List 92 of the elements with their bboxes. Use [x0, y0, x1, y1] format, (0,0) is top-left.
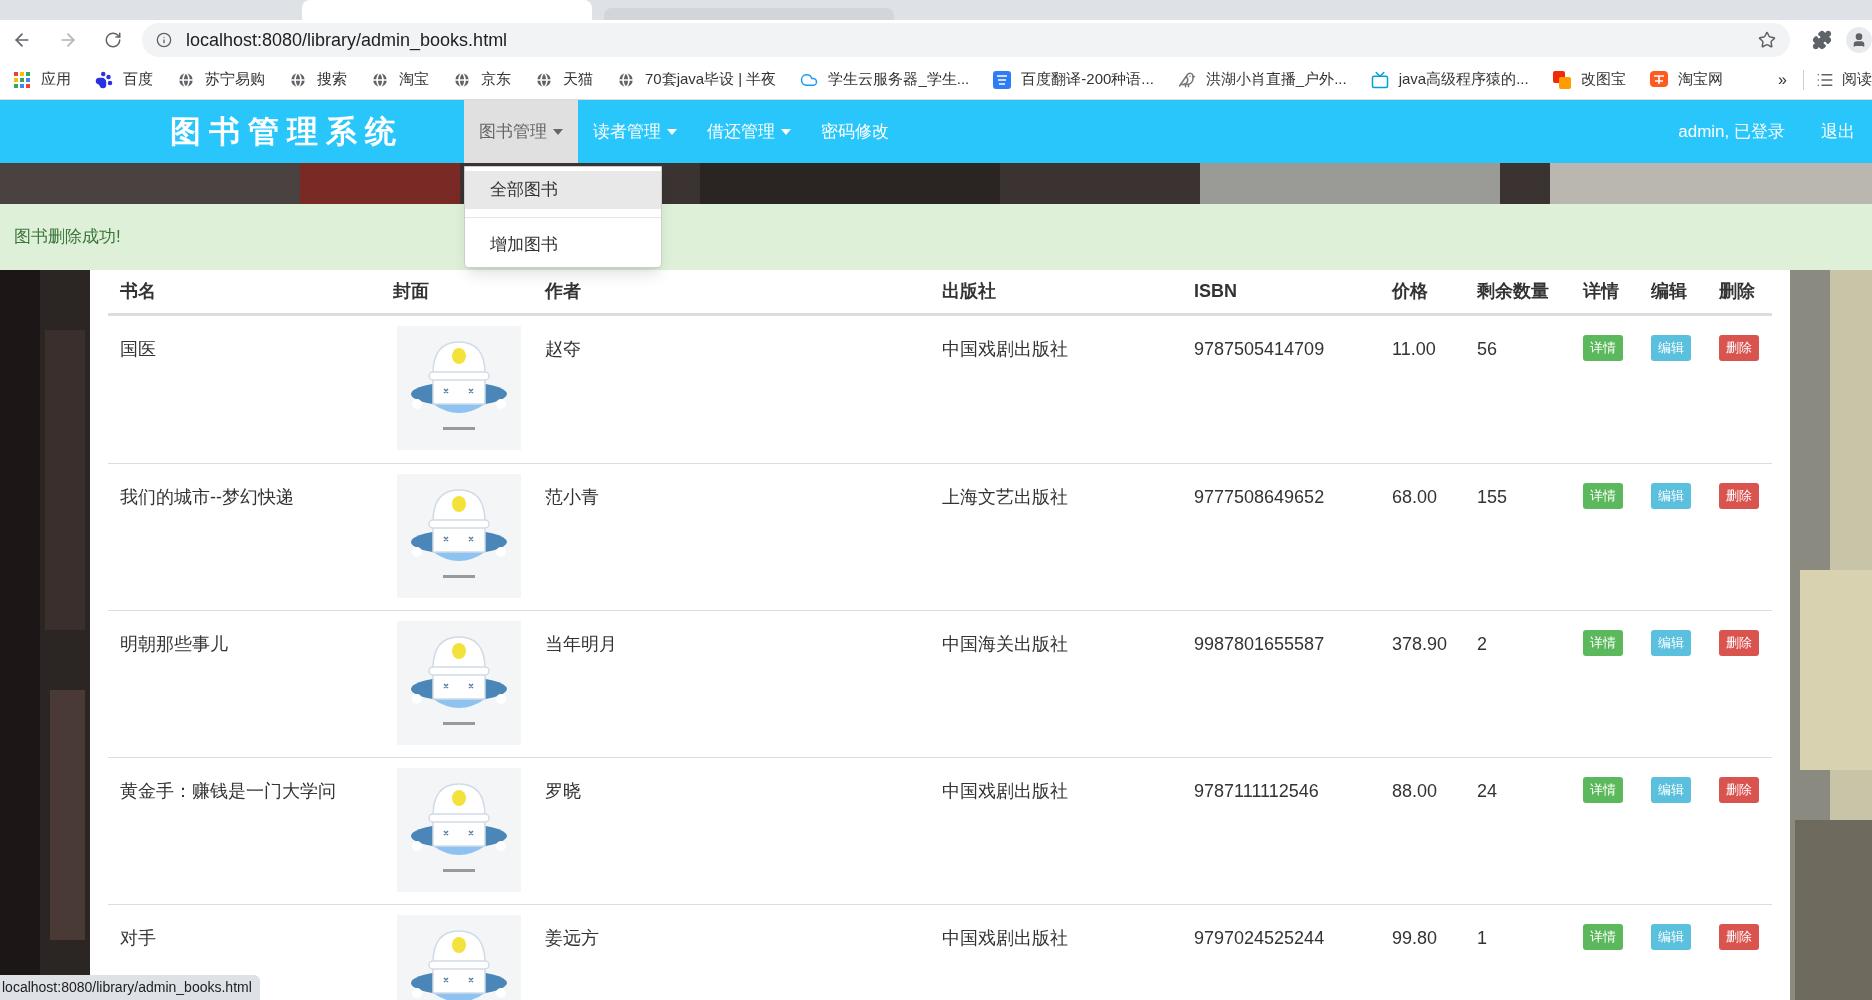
- column-header: ISBN: [1194, 281, 1237, 301]
- bookmark-star-icon[interactable]: [1758, 31, 1777, 49]
- detail-button[interactable]: 详情: [1583, 483, 1623, 509]
- globe-icon: [617, 70, 635, 89]
- bookmark[interactable]: 淘宝网: [1649, 68, 1723, 91]
- table-cell: 9797024525244: [1194, 928, 1325, 948]
- table-cell: 中国戏剧出版社: [942, 339, 1068, 359]
- delete-button[interactable]: 删除: [1719, 630, 1759, 656]
- column-header: 书名: [120, 281, 156, 301]
- table-cell: 11.00: [1392, 339, 1436, 359]
- nav-menu[interactable]: 图书管理: [464, 100, 578, 163]
- bookmark[interactable]: 改图宝: [1552, 68, 1626, 91]
- table-cell: 9787111112546: [1194, 781, 1319, 801]
- table-cell: 68.00: [1392, 487, 1438, 507]
- table-cell: 明朝那些事儿: [120, 634, 228, 654]
- menu-item[interactable]: 增加图书: [465, 225, 661, 263]
- table-cell: 上海文艺出版社: [942, 487, 1068, 507]
- squares-icon: [1552, 70, 1571, 89]
- more-bookmarks[interactable]: »: [1778, 67, 1787, 92]
- user-status: admin, 已登录: [1678, 120, 1785, 143]
- table-cell: 中国海关出版社: [942, 634, 1068, 654]
- bookmark[interactable]: 百度翻译-200种语...: [993, 68, 1154, 91]
- table-cell: 罗晓: [545, 781, 581, 801]
- table-cell: 我们的城市--梦幻快递: [120, 487, 294, 507]
- globe-icon: [371, 70, 389, 89]
- bookmark[interactable]: 学生云服务器_学生...: [800, 68, 970, 91]
- extensions-icon[interactable]: [1812, 30, 1833, 50]
- bookmark[interactable]: 百度: [95, 68, 153, 91]
- table-cell: 赵夺: [545, 339, 581, 359]
- column-header: 价格: [1392, 281, 1428, 301]
- column-header: 详情: [1583, 281, 1619, 301]
- table-cell: 378.90: [1392, 634, 1448, 654]
- column-header: 剩余数量: [1477, 281, 1549, 301]
- table-cell: 黄金手：赚钱是一门大学问: [120, 781, 336, 801]
- table-cell: 99.80: [1392, 928, 1438, 948]
- table-cell: 中国戏剧出版社: [942, 781, 1068, 801]
- table-cell: 对手: [120, 928, 156, 948]
- table-cell: 姜远方: [545, 928, 599, 948]
- table-cell: 56: [1477, 339, 1498, 359]
- delete-button[interactable]: 删除: [1719, 924, 1759, 950]
- bookmark[interactable]: 洪湖小肖直播_户外...: [1177, 68, 1347, 91]
- table-cell: 2: [1477, 634, 1487, 654]
- tv-icon: [1370, 70, 1389, 89]
- globe-icon: [535, 70, 553, 89]
- table-cell: 1: [1477, 928, 1487, 948]
- bookmark[interactable]: 淘宝: [371, 68, 429, 91]
- reading-list[interactable]: 阅读: [1816, 68, 1872, 91]
- info-icon: [155, 32, 172, 48]
- bird-icon: [1177, 70, 1196, 89]
- column-header: 作者: [545, 281, 581, 301]
- shop-icon: [1649, 70, 1668, 89]
- reload-icon[interactable]: [103, 31, 122, 49]
- profile-icon[interactable]: [1846, 27, 1872, 53]
- delete-button[interactable]: 删除: [1719, 335, 1759, 361]
- table-cell: 9787505414709: [1194, 339, 1325, 359]
- delete-button[interactable]: 删除: [1719, 483, 1759, 509]
- translate-icon: [993, 70, 1012, 89]
- bookmark[interactable]: 苏宁易购: [177, 68, 265, 91]
- table-cell: 9777508649652: [1194, 487, 1325, 507]
- globe-icon: [289, 70, 307, 89]
- address-bar[interactable]: localhost:8080/library/admin_books.html: [141, 23, 1791, 57]
- table-cell: 当年明月: [545, 634, 617, 654]
- column-header: 编辑: [1651, 281, 1687, 301]
- table-cell: 中国戏剧出版社: [942, 928, 1068, 948]
- table-cell: 155: [1477, 487, 1508, 507]
- table-cell: 9987801655587: [1194, 634, 1325, 654]
- bookmark[interactable]: 70套java毕设 | 半夜: [617, 68, 777, 91]
- globe-icon: [177, 70, 195, 89]
- detail-button[interactable]: 详情: [1583, 924, 1623, 950]
- bookmark[interactable]: 搜索: [289, 68, 347, 91]
- paw-icon: [95, 70, 113, 89]
- delete-button[interactable]: 删除: [1719, 777, 1759, 803]
- column-header: 出版社: [942, 281, 996, 301]
- bookmark[interactable]: java高级程序猿的...: [1370, 68, 1529, 91]
- menu-item[interactable]: 全部图书: [465, 171, 661, 209]
- column-header: 删除: [1719, 281, 1755, 301]
- table-cell: 88.00: [1392, 781, 1438, 801]
- url-text: localhost:8080/library/admin_books.html: [185, 28, 508, 53]
- detail-button[interactable]: 详情: [1583, 630, 1623, 656]
- apps-icon: [13, 70, 31, 89]
- bookmark[interactable]: 天猫: [535, 68, 593, 91]
- table-cell: 24: [1477, 781, 1498, 801]
- status-url: localhost:8080/library/admin_books.html: [2, 978, 252, 997]
- column-header: 封面: [393, 281, 429, 301]
- table-cell: 范小青: [545, 487, 599, 507]
- bookmark[interactable]: 京东: [453, 68, 511, 91]
- bookmark[interactable]: 应用: [13, 68, 71, 91]
- table-cell: 国医: [120, 339, 156, 359]
- detail-button[interactable]: 详情: [1583, 777, 1623, 803]
- detail-button[interactable]: 详情: [1583, 335, 1623, 361]
- globe-icon: [453, 70, 471, 89]
- alert-message: 图书删除成功!: [14, 226, 121, 249]
